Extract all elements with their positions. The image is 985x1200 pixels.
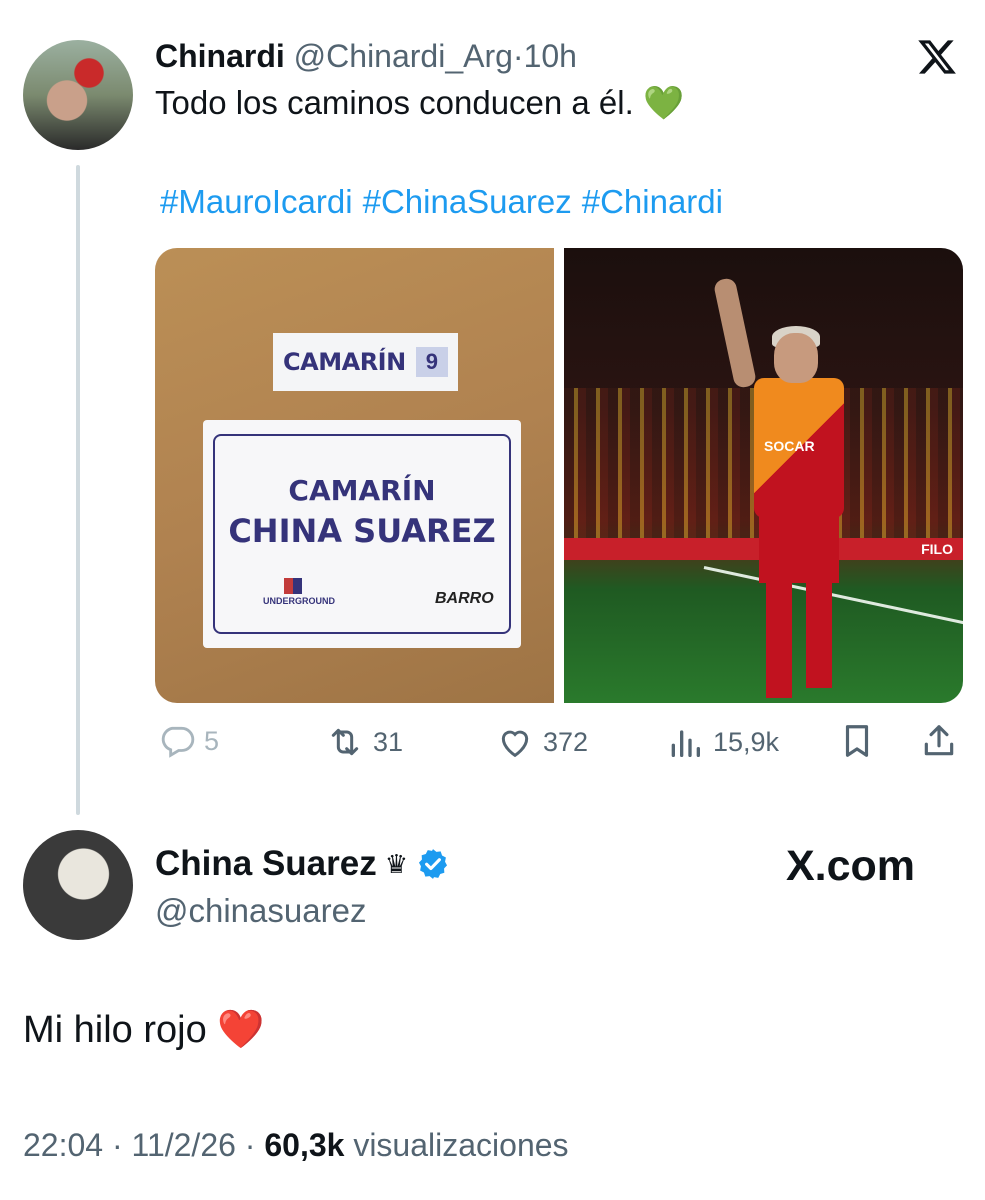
main-display-name[interactable]: China Suarez [155, 844, 377, 884]
like-button[interactable]: 372 [495, 722, 588, 762]
quoted-text: Todo los caminos conducen a él. [155, 84, 634, 121]
main-tweet-text: Mi hilo rojo ❤️ [23, 1008, 265, 1052]
quoted-tweet-header: Chinardi @Chinardi_Arg·10h [155, 38, 577, 75]
crown-icon: ♛ [384, 848, 409, 879]
share-icon [924, 725, 954, 756]
media-image-player[interactable]: FILO SOCAR [564, 248, 963, 703]
raised-arm [712, 276, 758, 390]
jersey-sponsor: SOCAR [764, 438, 815, 454]
x-logo-icon[interactable] [916, 36, 958, 78]
hashtag-link[interactable]: #ChinaSuarez [363, 183, 572, 220]
tweet-date[interactable]: 11/2/26 [132, 1127, 236, 1163]
views-total: 60,3k [264, 1127, 345, 1163]
action-bar: 5 31 372 15,9k [155, 722, 963, 772]
quoted-separator: · [512, 38, 524, 74]
x-com-watermark: X.com [786, 842, 916, 890]
like-count: 372 [543, 726, 589, 757]
big-sign-line2: CHINA SUAREZ [228, 512, 496, 550]
tweet-metadata: 22:04 · 11/2/26 · 60,3k visualizaciones [23, 1127, 569, 1163]
green-heart-emoji: 💚 [642, 84, 685, 121]
reply-icon [161, 726, 195, 758]
quoted-time[interactable]: 10h [524, 38, 577, 74]
underground-logo: UNDERGROUND [263, 578, 335, 606]
player-shorts [759, 513, 839, 583]
views-label: visualizaciones [353, 1127, 569, 1163]
reply-button[interactable]: 5 [158, 722, 219, 760]
views-button[interactable]: 15,9k [665, 722, 779, 762]
red-heart-emoji: ❤️ [217, 1009, 265, 1051]
thread-line [76, 165, 80, 815]
heart-icon [501, 730, 529, 758]
quoted-handle[interactable]: @Chinardi_Arg [294, 38, 513, 74]
china-suarez-avatar[interactable] [23, 830, 133, 940]
big-sign-line1: CAMARÍN [288, 474, 436, 507]
verified-badge-icon [419, 849, 448, 879]
quoted-display-name[interactable]: Chinardi [155, 38, 285, 74]
player-leg-left [766, 578, 792, 698]
main-text: Mi hilo rojo [23, 1009, 207, 1051]
reply-count: 5 [204, 725, 220, 756]
views-count: 15,9k [713, 726, 780, 757]
retweet-count: 31 [373, 726, 404, 757]
hashtag-list: #MauroIcardi #ChinaSuarez #Chinardi [160, 183, 733, 221]
bookmark-icon [845, 725, 869, 757]
quoted-tweet-text: Todo los caminos conducen a él. 💚 [155, 84, 684, 123]
share-button[interactable] [920, 722, 958, 760]
retweet-button[interactable]: 31 [325, 722, 403, 762]
small-sign-number: 9 [415, 347, 448, 377]
media-image-sign[interactable]: CAMARÍN 9 CAMARÍN CHINA SUAREZ UNDERGROU… [155, 248, 554, 703]
main-handle[interactable]: @chinasuarez [155, 892, 366, 930]
chinardi-avatar[interactable] [23, 40, 133, 150]
bookmark-button[interactable] [838, 722, 876, 760]
retweet-icon [331, 728, 359, 756]
main-tweet-header: China Suarez ♛ [155, 844, 450, 884]
media-grid: CAMARÍN 9 CAMARÍN CHINA SUAREZ UNDERGROU… [155, 248, 963, 703]
small-sign-text: CAMARÍN [283, 348, 406, 376]
player-head [774, 333, 818, 383]
player-leg-right [806, 578, 832, 688]
player-figure: SOCAR [712, 276, 854, 698]
big-sign: CAMARÍN CHINA SUAREZ UNDERGROUND BARRO [203, 420, 521, 648]
barro-logo: BARRO [435, 590, 494, 607]
hashtag-link[interactable]: #Chinardi [582, 183, 723, 220]
hashtag-link[interactable]: #MauroIcardi [160, 183, 353, 220]
views-bar-icon [671, 730, 700, 757]
tweet-time[interactable]: 22:04 [23, 1127, 103, 1163]
small-sign: CAMARÍN 9 [273, 333, 458, 391]
